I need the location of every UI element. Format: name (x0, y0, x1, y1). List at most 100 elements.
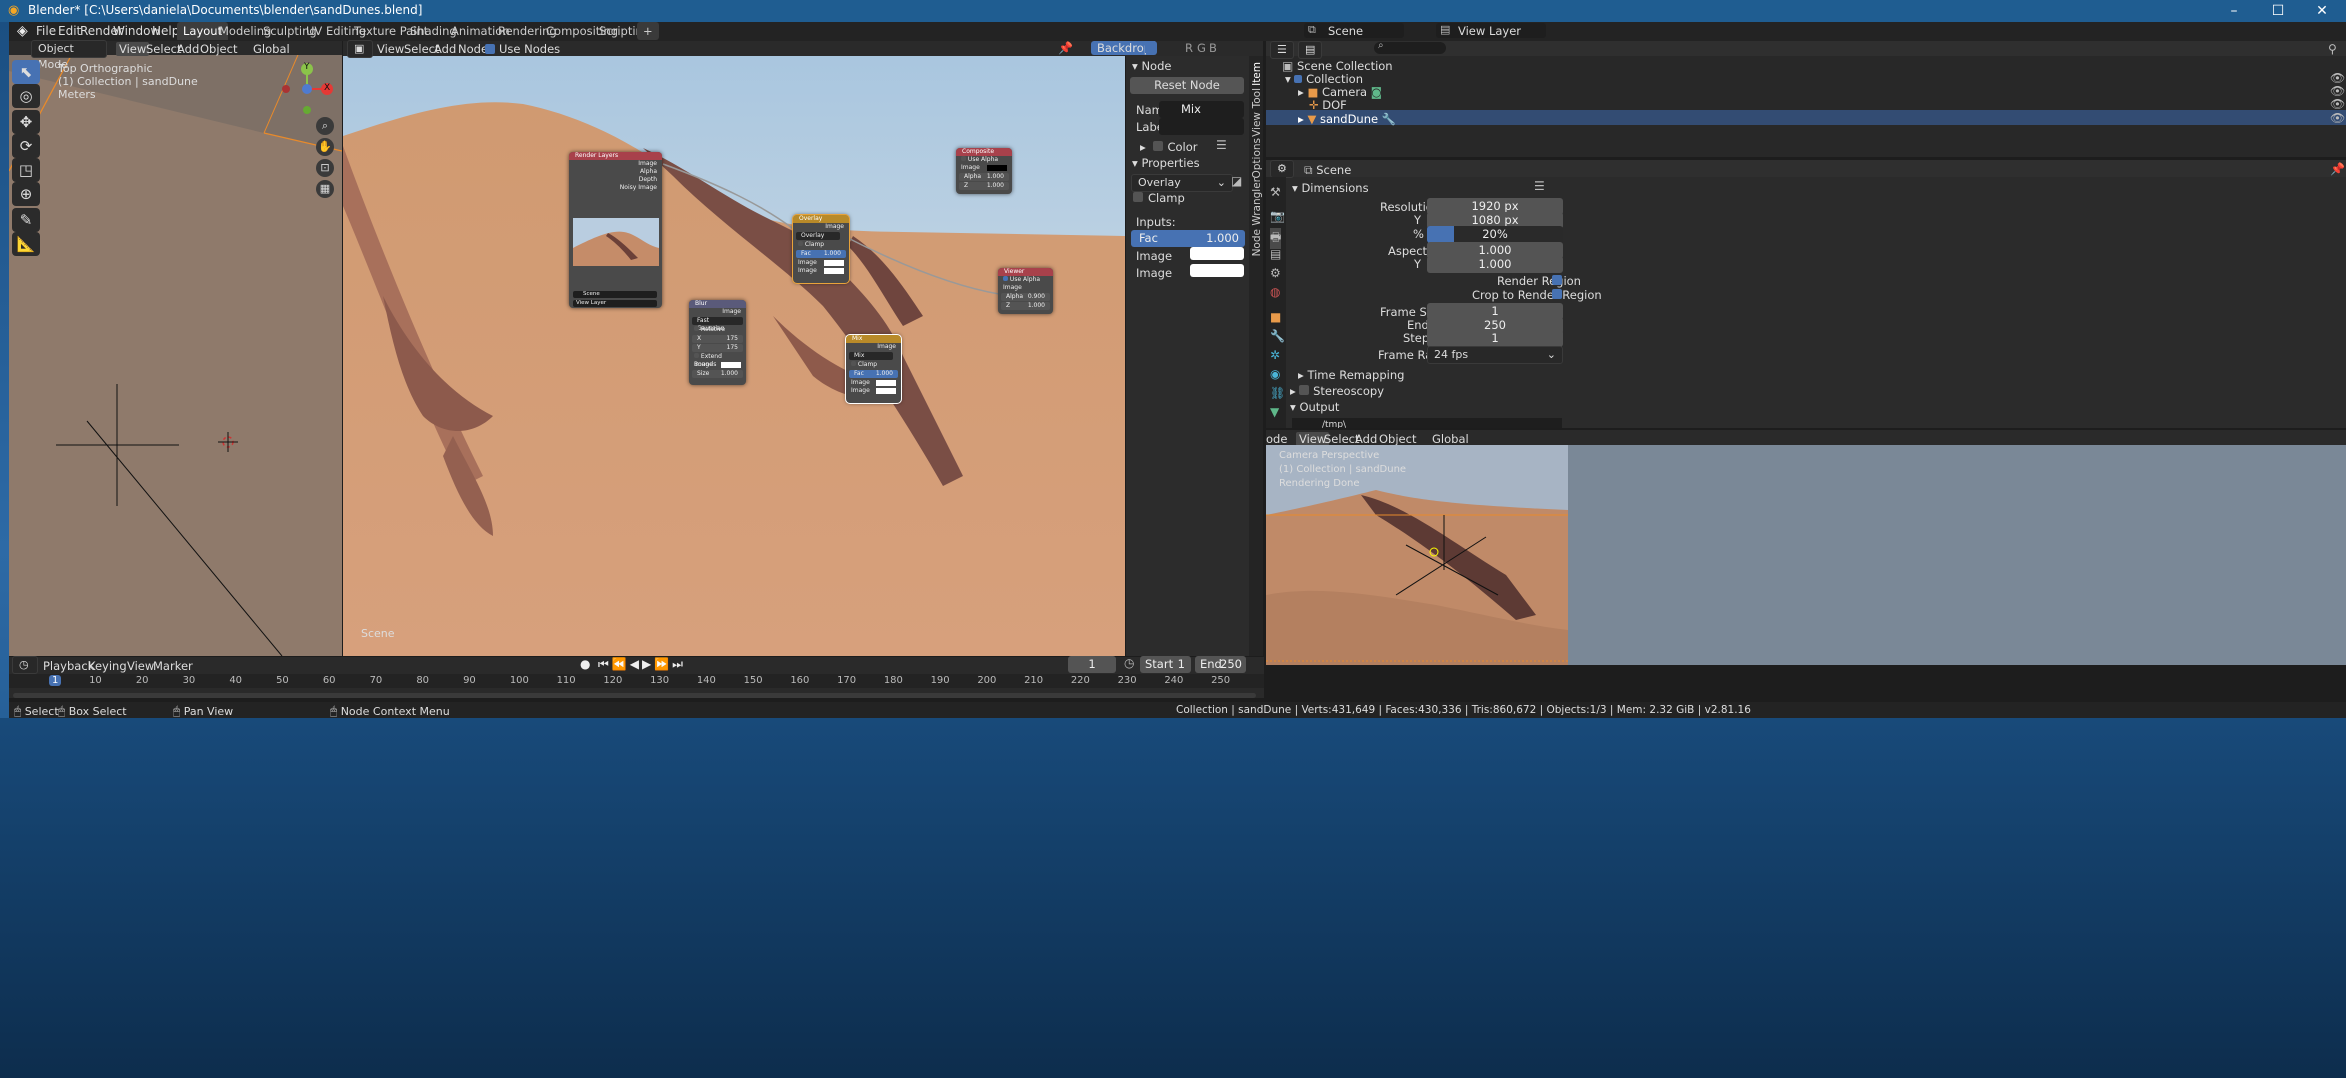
output-panel[interactable]: ▾ Output (1290, 400, 1339, 414)
menu-file[interactable]: File (36, 24, 56, 38)
render-tab-icon[interactable]: 📷 (1270, 209, 1285, 223)
world-tab-icon[interactable]: ◍ (1270, 285, 1280, 299)
sidebar-tab-tool[interactable]: Tool (1251, 88, 1263, 108)
end-frame-field[interactable]: End 250 (1195, 656, 1246, 673)
view-layer-tab-icon[interactable]: ▤ (1270, 247, 1281, 261)
mix-node[interactable]: Mix Image Mix Clamp Fac 1.000 Image Image (845, 334, 902, 404)
select-box-tool[interactable]: ⬉ (12, 60, 40, 84)
camera-view-icon[interactable]: ⊡ (316, 159, 334, 177)
time-remapping-panel[interactable]: ▸ Time Remapping (1298, 368, 1404, 382)
viewer-node[interactable]: Viewer Use Alpha Image Alpha 0.900 Z 1.000 (998, 268, 1053, 314)
annotate-tool[interactable]: ✎ (12, 208, 40, 232)
frame-step-field[interactable]: 1 (1427, 330, 1563, 347)
outliner-search-input[interactable]: ⌕ (1374, 40, 1446, 54)
output-tab-icon[interactable]: 🖶 (1270, 228, 1282, 249)
cursor-tool[interactable]: ◎ (12, 84, 40, 108)
record-icon[interactable]: ● (580, 657, 590, 671)
tool-tab-icon[interactable]: ⚒ (1270, 185, 1281, 199)
modifier-tab-icon[interactable]: 🔧 (1270, 329, 1285, 343)
visibility-eye-icon[interactable]: 👁 (2330, 111, 2345, 125)
timeline-marker-menu[interactable]: Marker (153, 659, 193, 673)
aspect-y-field[interactable]: 1.000 (1427, 256, 1563, 273)
outliner-scene-collection[interactable]: ▣ Scene Collection (1282, 59, 1393, 73)
particles-tab-icon[interactable]: ✲ (1270, 348, 1280, 362)
scene-tab-icon[interactable]: ⚙ (1270, 266, 1281, 280)
outliner-sanddune[interactable]: ▸ ▼ sandDune 🔧 (1298, 112, 1396, 126)
playback-controls-icon[interactable]: ⏮⏪◀▶⏩⏭ (598, 657, 686, 672)
pin-icon[interactable]: 📌 (2330, 162, 2345, 176)
ortho-grid-icon[interactable]: ▦ (316, 180, 334, 198)
timeline-keying-menu[interactable]: Keying (88, 659, 127, 673)
pan-hand-icon[interactable]: ✋ (316, 138, 334, 156)
crop-region-checkbox[interactable] (1552, 289, 1562, 299)
outliner-editor-type[interactable]: ☰ (1270, 41, 1294, 59)
properties-panel-toggle[interactable]: ▾ Properties (1132, 156, 1200, 170)
filter-icon[interactable]: ⚲ (2328, 42, 2337, 56)
object-tab-icon[interactable]: ■ (1270, 310, 1281, 324)
visibility-eye-icon[interactable]: 👁 (2330, 97, 2345, 111)
rotate-tool[interactable]: ⟳ (12, 134, 40, 158)
viewport-menu-object[interactable]: Object (200, 42, 237, 56)
close-icon[interactable]: ✕ (2300, 0, 2344, 22)
maximize-icon[interactable]: ☐ (2256, 0, 2300, 22)
dimensions-panel-header[interactable]: ▾ Dimensions (1292, 181, 1369, 195)
menu-help[interactable]: Help (152, 24, 179, 38)
node-menu-add[interactable]: Add (434, 42, 456, 56)
sidebar-tab-node-wrangler[interactable]: Node Wrangler (1251, 178, 1263, 256)
move-tool[interactable]: ✥ (12, 110, 40, 134)
composite-node[interactable]: Composite Use Alpha Image Alpha 1.000 Z 1.… (956, 148, 1012, 194)
viewport-menu-add[interactable]: Add (177, 42, 199, 56)
camera-menu-object[interactable]: Object (1379, 432, 1416, 446)
channel-rgba-icon[interactable] (1145, 41, 1155, 53)
render-layers-layer-field[interactable]: View Layer (573, 300, 657, 307)
blend-type-dropdown[interactable]: Overlay ⌄ (1131, 174, 1233, 192)
render-region-checkbox[interactable] (1552, 275, 1562, 285)
timeline-playback-menu[interactable]: Playback (43, 659, 94, 673)
scale-tool[interactable]: ◳ (12, 158, 40, 182)
visibility-eye-icon[interactable]: 👁 (2330, 71, 2345, 85)
node-menu-view[interactable]: View (377, 42, 404, 56)
render-layers-node[interactable]: Render Layers Image Alpha Depth Noisy Im… (569, 152, 662, 308)
viewport-3d[interactable] (9, 41, 342, 656)
viewport-menu-view[interactable]: View (116, 42, 150, 56)
channel-b[interactable]: B (1209, 41, 1217, 55)
blur-node[interactable]: Blur Image Fast Gaussian Relative X 175 Y… (689, 300, 746, 385)
sidebar-node-header[interactable]: ▾ Node (1132, 59, 1171, 73)
physics-tab-icon[interactable]: ◉ (1270, 367, 1280, 381)
channel-g[interactable]: G (1197, 41, 1206, 55)
timeline-scrollbar[interactable] (13, 693, 1256, 698)
use-nodes-checkbox[interactable] (485, 44, 495, 54)
outliner-camera[interactable]: ▸ ■ Camera ◙ (1298, 85, 1382, 99)
properties-editor-type[interactable]: ⚙ (1270, 160, 1294, 178)
color-presets-icon[interactable]: ☰ (1216, 138, 1227, 152)
node-name-field[interactable]: Mix (1159, 101, 1244, 118)
clamp-checkbox[interactable] (1133, 192, 1143, 202)
data-tab-icon[interactable]: ▼ (1270, 405, 1279, 419)
menu-edit[interactable]: Edit (58, 24, 81, 38)
fac-slider[interactable]: Fac 1.000 (1131, 230, 1245, 247)
image2-color[interactable] (1190, 264, 1244, 277)
scene-selector[interactable]: ⧉ Scene (1304, 23, 1404, 38)
zoom-icon[interactable]: ⌕ (316, 117, 334, 135)
constraints-tab-icon[interactable]: ⛓ (1270, 386, 1285, 400)
timeline-ruler[interactable]: 1 10 20 30 40 50 60 70 80 90 100 110 120 130 140 150 160… (9, 674, 1264, 688)
node-menu-node[interactable]: Node (458, 42, 488, 56)
stereoscopy-panel[interactable]: ▸ Stereoscopy (1290, 384, 1384, 398)
transform-orientation-dropdown[interactable]: Global (253, 42, 290, 56)
sidebar-tab-view[interactable]: View (1251, 112, 1263, 137)
clock-icon[interactable]: ◷ (1124, 656, 1134, 670)
reset-node-button[interactable]: Reset Node (1130, 77, 1244, 94)
image1-color[interactable] (1190, 247, 1244, 260)
camera-viewport[interactable] (1266, 445, 2346, 665)
sidebar-tab-options[interactable]: Options (1251, 138, 1263, 179)
measure-tool[interactable]: 📐 (12, 232, 40, 256)
add-workspace-button[interactable]: + (637, 22, 659, 40)
overlay-node[interactable]: Overlay Image Overlay Clamp Fac 1.000 Ima… (792, 214, 850, 284)
render-layers-scene-field[interactable]: Scene (573, 291, 657, 298)
node-label-field[interactable] (1159, 118, 1244, 135)
use-alpha-icon[interactable]: ◪ (1231, 174, 1242, 188)
current-frame-field[interactable]: 1 (1068, 656, 1116, 673)
visibility-eye-icon[interactable]: 👁 (2330, 84, 2345, 98)
outliner-display-mode[interactable]: ▤ (1298, 41, 1322, 59)
camera-orientation-dropdown[interactable]: Global (1432, 432, 1469, 446)
